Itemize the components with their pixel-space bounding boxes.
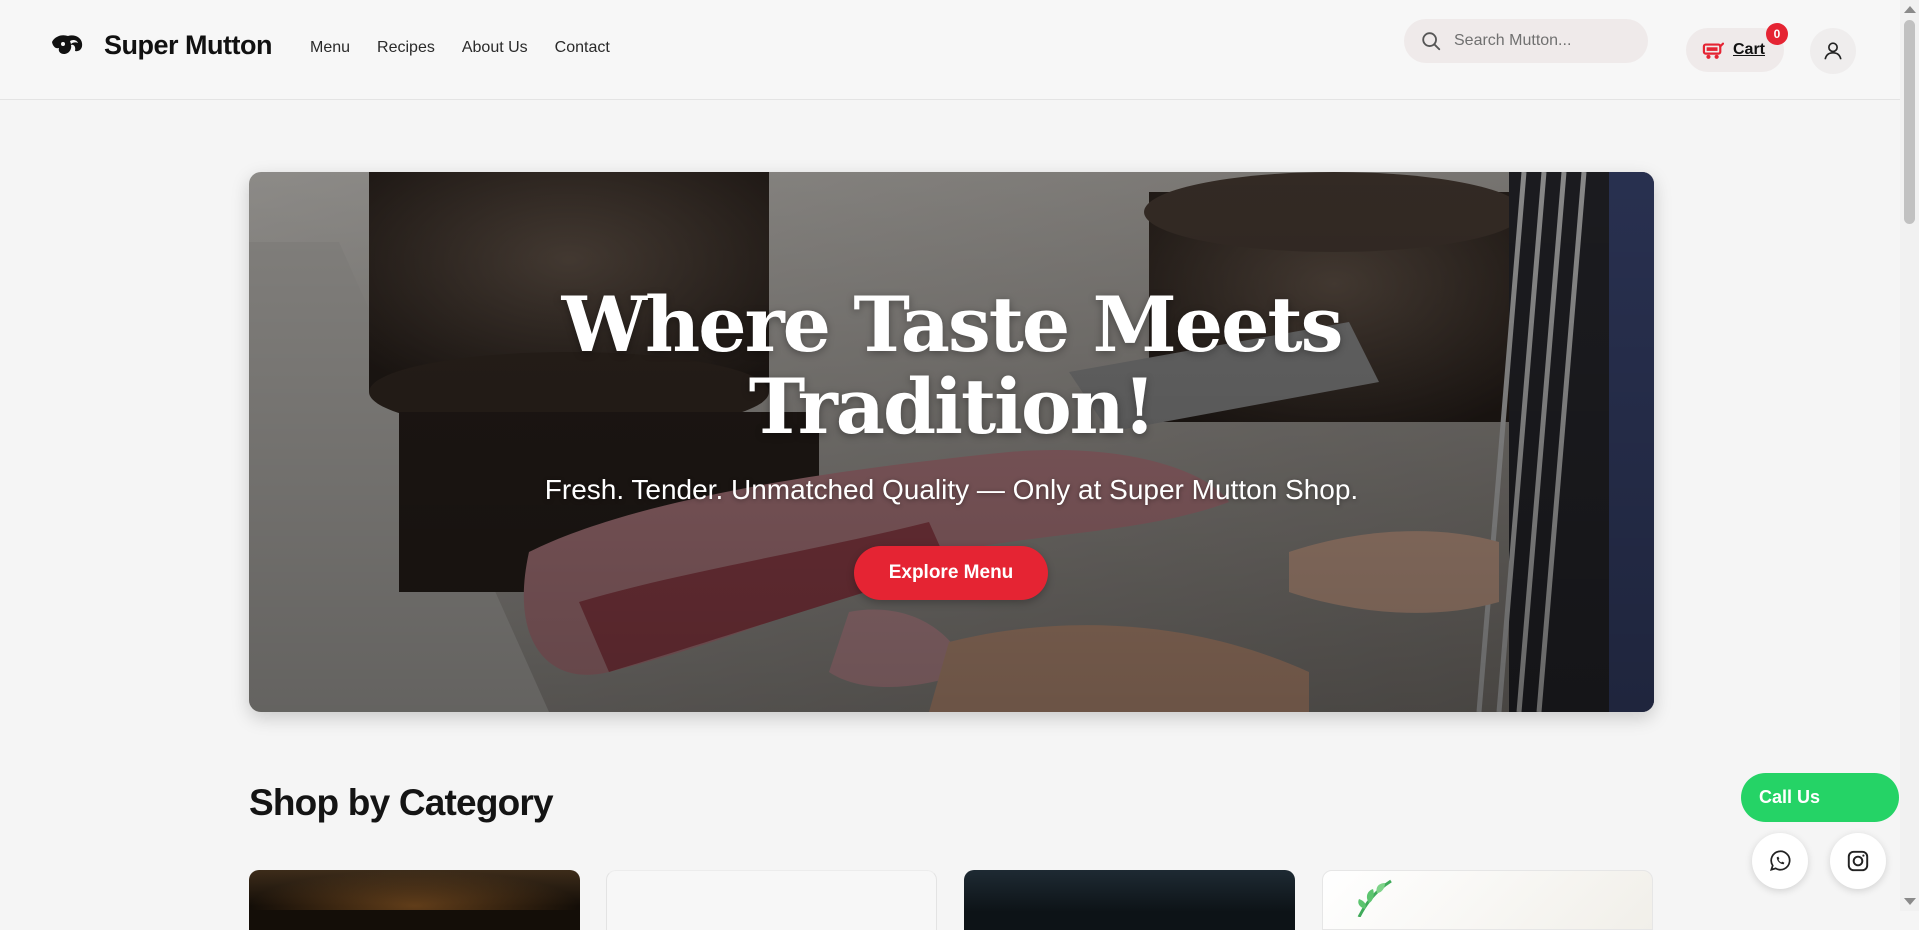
account-button[interactable] <box>1810 28 1856 74</box>
hero-banner: Where Taste Meets Tradition! Fresh. Tend… <box>249 172 1654 712</box>
category-card[interactable] <box>249 870 580 930</box>
whatsapp-icon <box>1769 850 1791 871</box>
scrollbar-thumb[interactable] <box>1904 20 1915 224</box>
vertical-scrollbar[interactable] <box>1900 0 1919 911</box>
explore-menu-button[interactable]: Explore Menu <box>854 546 1048 600</box>
category-card[interactable] <box>606 870 937 930</box>
search-input[interactable] <box>1452 31 1632 51</box>
instagram-button[interactable] <box>1830 833 1886 889</box>
call-us-button[interactable]: Call Us <box>1741 773 1899 822</box>
hero-title-line1: Where Taste Meets <box>561 280 1344 369</box>
brand-logo-link[interactable]: Super Mutton <box>50 30 272 61</box>
cart-label: Cart <box>1733 41 1766 58</box>
hero-subtitle: Fresh. Tender. Unmatched Quality — Only … <box>544 474 1359 505</box>
nav-item-about-us[interactable]: About Us <box>462 39 528 57</box>
cart-icon <box>1702 42 1724 59</box>
instagram-icon <box>1847 850 1869 872</box>
hero-title-line2: Tradition! <box>748 362 1157 451</box>
site-header: Super Mutton Menu Recipes About Us Conta… <box>0 0 1900 100</box>
whatsapp-button[interactable] <box>1752 833 1808 889</box>
category-section-title: Shop by Category <box>249 782 554 823</box>
category-card[interactable] <box>964 870 1295 930</box>
nav-item-contact[interactable]: Contact <box>555 39 610 57</box>
scroll-up-arrow[interactable] <box>1904 6 1916 13</box>
search-bar <box>1404 19 1648 63</box>
search-icon <box>1422 32 1441 51</box>
user-icon <box>1824 42 1842 60</box>
hero-title: Where Taste Meets Tradition! <box>249 284 1654 448</box>
ram-head-icon <box>52 34 83 54</box>
cart-count-badge: 0 <box>1766 23 1788 45</box>
nav-item-recipes[interactable]: Recipes <box>377 39 435 57</box>
category-card[interactable] <box>1322 870 1653 930</box>
category-card-image <box>249 870 580 910</box>
brand-name: Super Mutton <box>104 30 272 60</box>
herb-leaf-image <box>1357 879 1392 917</box>
cart-button[interactable]: Cart 0 <box>1686 23 1788 72</box>
nav-item-menu[interactable]: Menu <box>310 39 350 57</box>
main-nav: Menu Recipes About Us Contact <box>310 39 610 57</box>
scroll-down-arrow[interactable] <box>1904 898 1916 905</box>
